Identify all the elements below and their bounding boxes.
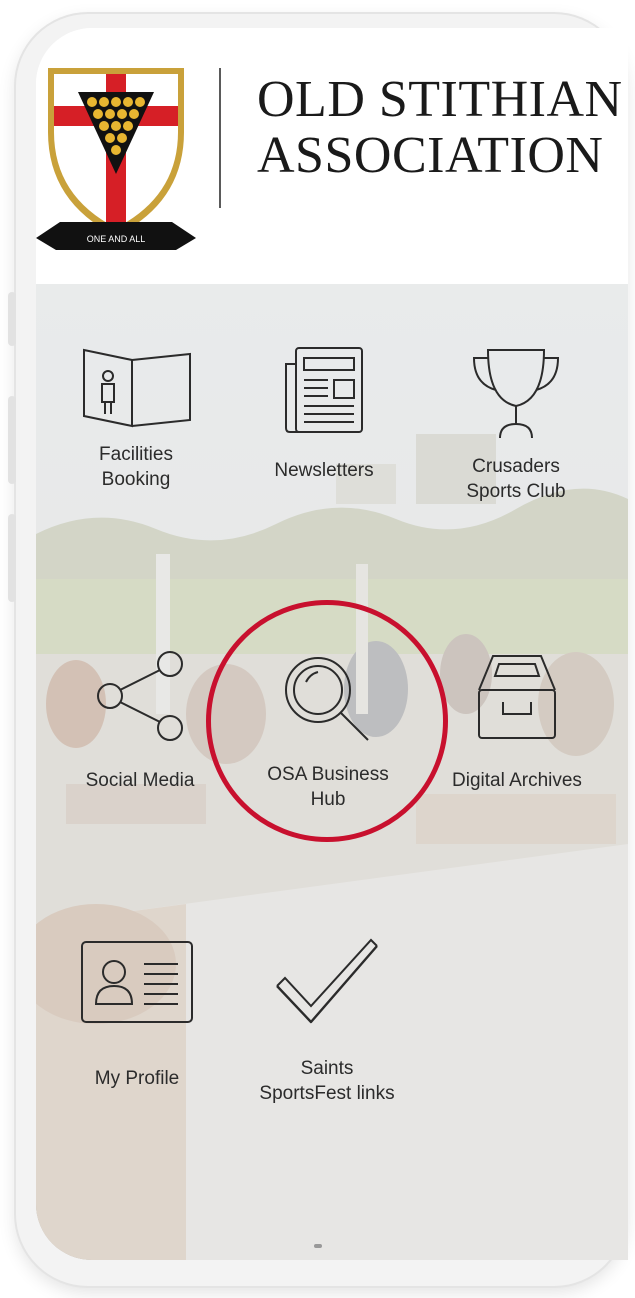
app-header: ONE AND ALL OLD STITHIAN ASSOCIATION — [36, 28, 628, 284]
org-name-line1: OLD STITHIAN — [257, 71, 623, 128]
organisation-name: OLD STITHIAN ASSOCIATION — [257, 72, 628, 184]
phone-side-button — [8, 292, 16, 346]
menu-my-profile[interactable]: My Profile — [62, 938, 212, 1091]
share-icon — [97, 651, 183, 741]
menu-social-media[interactable]: Social Media — [62, 650, 218, 793]
svg-text:ONE AND ALL: ONE AND ALL — [87, 234, 146, 244]
checkmark-icon — [276, 938, 378, 1024]
menu-label: Saints SportsFest links — [259, 1058, 395, 1104]
phone-side-button — [8, 396, 16, 484]
menu-saints-sportsfest-links[interactable]: Saints SportsFest links — [244, 938, 410, 1106]
org-name-line2: ASSOCIATION — [257, 127, 604, 184]
home-indicator — [314, 1244, 322, 1248]
menu-facilities-booking[interactable]: Facilities Booking — [62, 344, 210, 492]
menu-label: Social Media — [85, 770, 195, 791]
menu-label: Crusaders Sports Club — [466, 456, 566, 502]
header-divider — [219, 68, 221, 208]
menu-crusaders-sports-club[interactable]: Crusaders Sports Club — [438, 344, 594, 504]
menu-label: Newsletters — [274, 460, 374, 481]
app-screen: ONE AND ALL OLD STITHIAN ASSOCIATION Fac… — [36, 28, 628, 1260]
id-card-icon — [81, 941, 193, 1023]
menu-label: Facilities Booking — [99, 444, 173, 490]
phone-side-button — [8, 514, 16, 602]
menu-newsletters[interactable]: Newsletters — [250, 344, 398, 483]
archive-box-icon — [478, 655, 556, 739]
highlight-ring — [206, 600, 448, 842]
room-booking-icon — [83, 348, 191, 428]
newspaper-icon — [285, 347, 363, 433]
menu-label: My Profile — [94, 1068, 180, 1089]
menu-label: Digital Archives — [452, 770, 582, 791]
menu-digital-archives[interactable]: Digital Archives — [432, 650, 602, 793]
trophy-icon — [472, 349, 560, 439]
crest-logo: ONE AND ALL — [36, 68, 196, 250]
